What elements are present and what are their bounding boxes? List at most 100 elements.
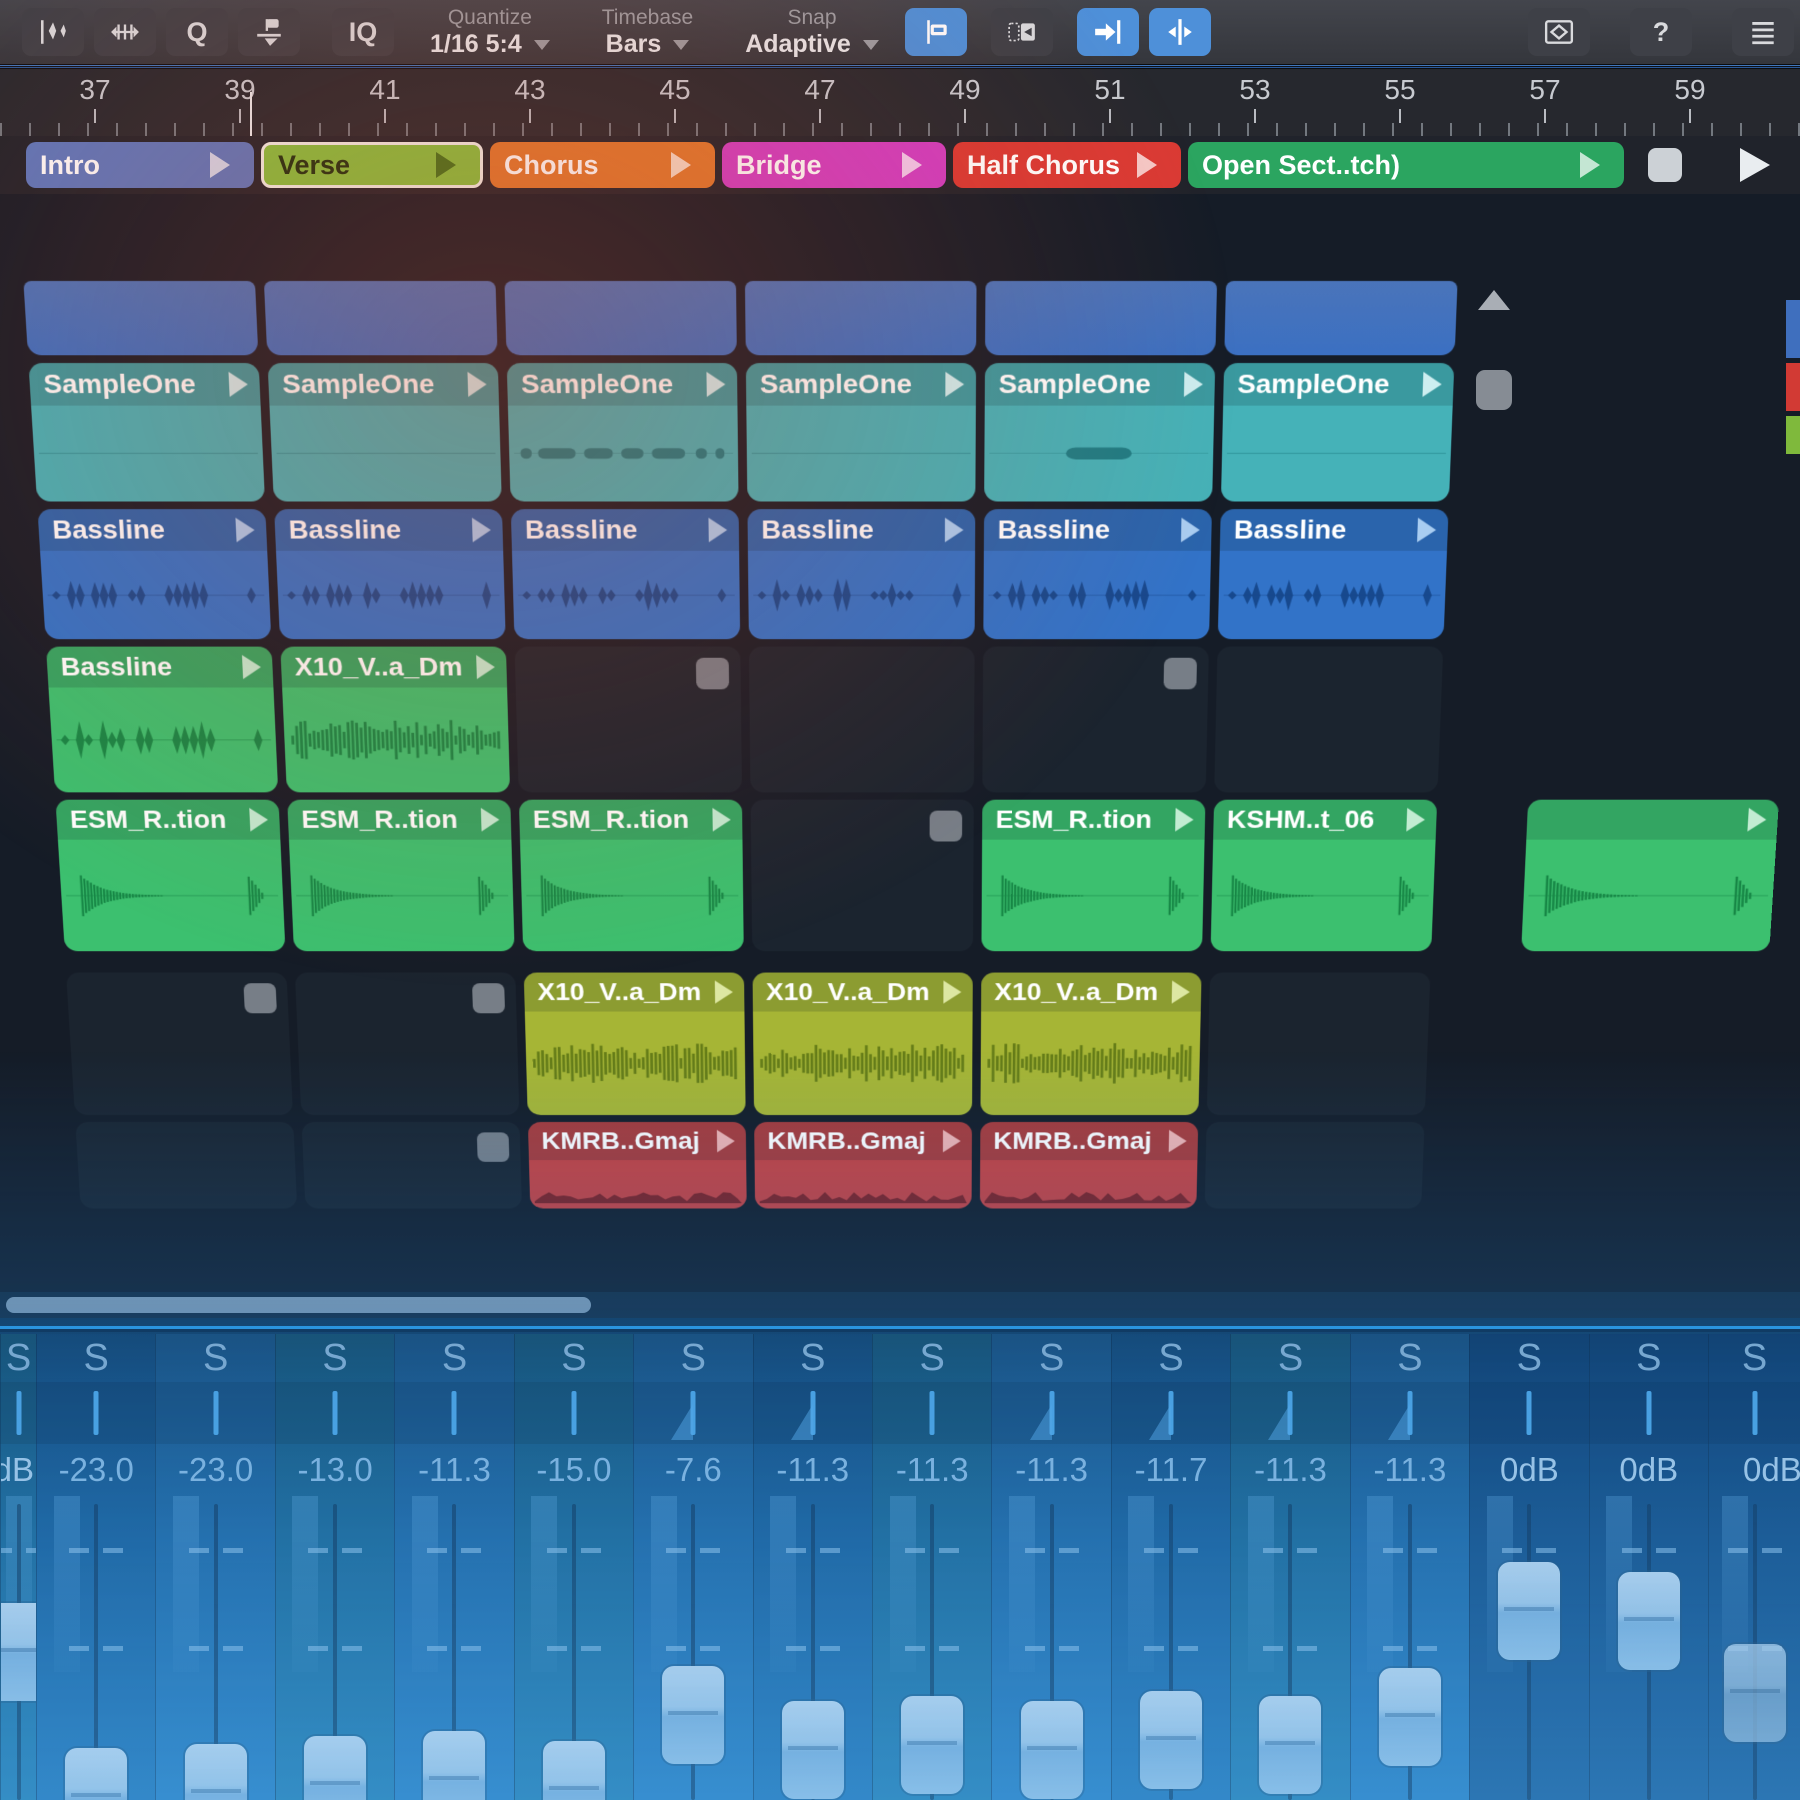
solo-button[interactable]: S: [1589, 1334, 1708, 1382]
arranger-section-chorus[interactable]: Chorus: [490, 142, 715, 188]
transient-edit-button[interactable]: [22, 8, 84, 56]
fader-handle[interactable]: [185, 1744, 247, 1800]
fader-handle[interactable]: [1259, 1696, 1321, 1794]
fader-track[interactable]: [1111, 1496, 1230, 1800]
clip-play-icon[interactable]: [467, 372, 487, 397]
clip[interactable]: KMRB..Gmaj: [754, 1122, 972, 1208]
quantize-control[interactable]: Quantize 1/16 5:4: [430, 6, 550, 59]
clip[interactable]: Bassline: [37, 509, 271, 639]
clip[interactable]: [985, 281, 1217, 355]
empty-clip-slot[interactable]: [75, 1122, 297, 1208]
slot-stop-button[interactable]: [243, 983, 277, 1013]
pan-control[interactable]: [633, 1382, 752, 1444]
solo-button[interactable]: S: [1469, 1334, 1588, 1382]
clip-play-icon[interactable]: [1422, 372, 1442, 397]
slot-stop-button[interactable]: [930, 811, 963, 842]
fader-track[interactable]: [1708, 1496, 1800, 1800]
scene-stop-button[interactable]: [1648, 148, 1682, 182]
empty-clip-slot[interactable]: [749, 647, 975, 793]
clip-play-icon[interactable]: [945, 518, 964, 543]
quantize-q-button[interactable]: Q: [166, 8, 228, 56]
fader-handle[interactable]: [662, 1666, 724, 1764]
section-play-icon[interactable]: [1137, 152, 1167, 178]
fader-handle[interactable]: [1140, 1691, 1202, 1789]
pan-control[interactable]: [394, 1382, 513, 1444]
empty-clip-slot[interactable]: [1214, 647, 1443, 793]
pan-control[interactable]: [36, 1382, 155, 1444]
clip[interactable]: SampleOne: [28, 363, 265, 501]
pan-control[interactable]: [275, 1382, 394, 1444]
fader-handle[interactable]: [0, 1603, 36, 1701]
fader-track[interactable]: [0, 1496, 36, 1800]
solo-button[interactable]: S: [753, 1334, 872, 1382]
clip-play-icon[interactable]: [945, 372, 964, 397]
fader-track[interactable]: [36, 1496, 155, 1800]
solo-button[interactable]: S: [1708, 1334, 1800, 1382]
solo-button[interactable]: S: [991, 1334, 1110, 1382]
clip[interactable]: Bassline: [1218, 509, 1449, 639]
clip[interactable]: Bassline: [511, 509, 740, 639]
solo-button[interactable]: S: [1230, 1334, 1349, 1382]
vertical-scrollbar[interactable]: [1472, 286, 1516, 846]
empty-clip-slot[interactable]: [1205, 1122, 1425, 1208]
fader-track[interactable]: [514, 1496, 633, 1800]
chevron-down-icon[interactable]: [534, 40, 550, 50]
fader-track[interactable]: [155, 1496, 274, 1800]
clip[interactable]: [264, 281, 498, 355]
autoscroll-button[interactable]: [1077, 8, 1139, 56]
clip-play-icon[interactable]: [715, 981, 733, 1004]
slot-stop-button[interactable]: [696, 658, 729, 690]
fader-track[interactable]: [753, 1496, 872, 1800]
fader-handle[interactable]: [423, 1731, 485, 1800]
clip[interactable]: X10_V..a_Dm: [980, 973, 1201, 1115]
clip-play-icon[interactable]: [472, 518, 491, 543]
slot-stop-button[interactable]: [472, 983, 505, 1013]
scene-play-icon[interactable]: [1740, 148, 1770, 182]
pad-view-button[interactable]: [991, 8, 1053, 56]
fader-track[interactable]: [633, 1496, 752, 1800]
clip[interactable]: ESM_R..tion: [287, 800, 514, 952]
empty-clip-slot[interactable]: [751, 800, 974, 952]
clip-play-icon[interactable]: [476, 655, 495, 679]
clip[interactable]: [1521, 800, 1779, 952]
fader-track[interactable]: [1350, 1496, 1469, 1800]
fader-handle[interactable]: [1021, 1701, 1083, 1799]
clip-play-icon[interactable]: [1181, 518, 1200, 543]
arranger-section-bridge[interactable]: Bridge: [722, 142, 946, 188]
clip-play-icon[interactable]: [242, 655, 262, 679]
snap-control[interactable]: Snap Adaptive: [745, 6, 879, 59]
clip[interactable]: Bassline: [983, 509, 1212, 639]
clip[interactable]: SampleOne: [984, 363, 1215, 501]
loop-follow-button[interactable]: [1528, 8, 1590, 56]
pan-control[interactable]: [1230, 1382, 1349, 1444]
timebase-control[interactable]: Timebase Bars: [602, 6, 693, 59]
fader-handle[interactable]: [304, 1736, 366, 1800]
arranger-section-half-chorus[interactable]: Half Chorus: [953, 142, 1181, 188]
clip-play-icon[interactable]: [1417, 518, 1436, 543]
fader-track[interactable]: [1589, 1496, 1708, 1800]
clip-play-icon[interactable]: [481, 808, 500, 832]
split-tool-button[interactable]: [1149, 8, 1211, 56]
fader-handle[interactable]: [65, 1748, 127, 1800]
scene-color-swatch[interactable]: [1786, 363, 1800, 411]
section-play-icon[interactable]: [436, 152, 466, 178]
pan-control[interactable]: [991, 1382, 1110, 1444]
arranger-section-open-sect-tch-[interactable]: Open Sect..tch): [1188, 142, 1624, 188]
clip[interactable]: Bassline: [46, 647, 278, 793]
empty-clip-slot[interactable]: [66, 973, 293, 1115]
arranger-section-intro[interactable]: Intro: [26, 142, 254, 188]
clip-play-icon[interactable]: [1184, 372, 1203, 397]
clip[interactable]: SampleOne: [746, 363, 976, 501]
clip-play-icon[interactable]: [1747, 808, 1767, 832]
fader-track[interactable]: [1469, 1496, 1588, 1800]
solo-button[interactable]: S: [633, 1334, 752, 1382]
pan-control[interactable]: [0, 1382, 36, 1444]
clip[interactable]: Bassline: [747, 509, 975, 639]
clip[interactable]: KMRB..Gmaj: [528, 1122, 747, 1208]
section-play-icon[interactable]: [671, 152, 701, 178]
clip[interactable]: [23, 281, 258, 355]
pan-control[interactable]: [1589, 1382, 1708, 1444]
fader-track[interactable]: [991, 1496, 1110, 1800]
help-button[interactable]: ?: [1630, 8, 1692, 56]
section-play-icon[interactable]: [210, 152, 240, 178]
